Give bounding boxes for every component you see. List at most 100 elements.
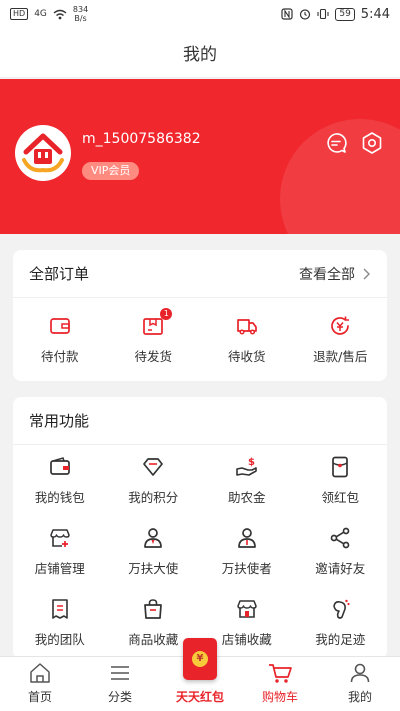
order-count-badge: 1 [160,307,173,320]
gear-icon [362,132,382,154]
func-store-management[interactable]: 店铺管理 [13,516,107,587]
alarm-icon [300,9,311,20]
status-left: HD 4G 834 B/s [10,5,88,23]
functions-title: 常用功能 [29,412,90,430]
func-wanfu-ambassador[interactable]: 万扶大使 [107,516,201,587]
functions-header: 常用功能 [13,397,387,445]
func-label: 店铺收藏 [221,632,272,647]
tab-home[interactable]: 首页 [0,657,80,711]
func-my-points[interactable]: 我的积分 [107,445,201,516]
red-envelope-icon: ¥ [183,638,217,680]
coin-icon: ¥ [192,651,208,667]
wallet-icon [49,457,70,475]
footprint-icon [333,599,350,619]
view-all-label: 查看全部 [299,266,355,283]
tab-label: 分类 [107,690,132,704]
username: m_15007586382 [82,131,201,147]
refund-icon [331,316,350,335]
menu-icon [111,666,129,680]
order-item-label: 待发货 [134,348,172,364]
icon-wrap [48,314,72,338]
message-button[interactable] [324,131,348,155]
battery-level: 59 [335,7,355,21]
diamond-icon [143,458,164,476]
orders-card: 全部订单 查看全部 待付款 1 待发货 待收货 退款/售后 [13,250,387,381]
func-label: 邀请好友 [315,561,366,576]
tab-label: 天天红包 [175,690,224,704]
icon-wrap: 1 [141,307,173,338]
ambassador-icon [144,528,163,548]
func-label: 我的钱包 [34,490,85,505]
team-icon [51,599,68,619]
tab-cart[interactable]: 购物车 [240,657,320,711]
clock: 5:44 [360,6,390,22]
shop-icon [237,600,257,618]
page-header: 我的 [0,28,400,78]
hand-money-icon: $ [235,457,257,476]
func-label: 商品收藏 [128,632,179,647]
status-right: 59 5:44 [281,7,390,22]
order-item-label: 待收货 [227,348,266,364]
tab-label: 购物车 [261,690,298,704]
bag-icon [144,599,163,619]
avatar[interactable] [15,125,71,181]
tab-category[interactable]: 分类 [80,657,160,711]
func-invite-friends[interactable]: 邀请好友 [294,516,388,587]
truck-icon [236,318,257,335]
svg-text:$: $ [248,457,255,468]
func-wanfu-messenger[interactable]: 万扶使者 [200,516,294,587]
profile-banner: m_15007586382 VIP会员 [0,79,400,234]
home-icon [30,663,50,683]
chat-bubble-icon [327,133,347,153]
functions-grid: 我的钱包 我的积分 $ 助农金 领红包 店铺管理 万扶大使 万扶使者 邀请好友 [13,445,387,658]
view-all-orders-link[interactable]: 查看全部 [299,264,371,284]
page-title: 我的 [183,45,217,65]
func-label: 助农金 [227,490,266,505]
tab-label: 首页 [27,690,52,704]
order-pending-receipt[interactable]: 待收货 [200,298,294,380]
network-speed: 834 B/s [73,5,88,23]
vip-badge[interactable]: VIP会员 [82,162,140,180]
func-my-wallet[interactable]: 我的钱包 [13,445,107,516]
wifi-icon [53,9,67,19]
order-refund-aftersale[interactable]: 退款/售后 [294,298,388,380]
func-label: 我的积分 [128,490,179,505]
house-logo-icon [22,133,64,173]
store-manage-icon [50,529,70,547]
order-item-label: 待付款 [40,348,79,364]
bottom-tab-bar: 首页 分类 ¥ 天天红包 购物车 我的 [0,638,400,711]
icon-wrap [328,314,352,338]
user-icon [350,663,370,683]
network-type: HD [10,8,29,20]
speed-unit: B/s [74,14,87,23]
order-pending-payment[interactable]: 待付款 [13,298,107,380]
share-icon [330,527,350,549]
orders-header: 全部订单 查看全部 [13,250,387,298]
status-bar: HD 4G 834 B/s 59 5:44 [0,0,400,28]
func-farm-aid[interactable]: $ 助农金 [200,445,294,516]
tab-daily-red-envelope[interactable]: ¥ 天天红包 [160,638,240,711]
wallet-icon [49,317,70,334]
func-label: 领红包 [321,490,359,505]
functions-card: 常用功能 我的钱包 我的积分 $ 助农金 领红包 店铺管理 万扶大使 万扶使者 [13,397,387,659]
func-label: 店铺管理 [34,561,85,576]
icon-wrap [235,314,259,338]
orders-row: 待付款 1 待发货 待收货 退款/售后 [13,298,387,380]
messenger-icon [237,528,256,548]
func-label: 万扶使者 [221,561,272,576]
tab-mine[interactable]: 我的 [320,657,400,711]
func-label: 万扶大使 [128,561,179,576]
vibrate-icon [317,8,329,20]
cart-icon [269,664,292,683]
func-label: 我的团队 [34,632,85,647]
speed-value: 834 [72,5,89,14]
func-my-team[interactable]: 我的团队 [13,587,107,658]
func-my-footprints[interactable]: 我的足迹 [294,587,388,658]
order-pending-shipment[interactable]: 1 待发货 [107,298,201,380]
tab-label: 我的 [347,690,372,704]
func-get-red-envelope[interactable]: 领红包 [294,445,388,516]
func-label: 我的足迹 [315,632,366,647]
signal-strength: 4G [34,9,47,19]
chevron-right-icon [363,268,370,279]
settings-button[interactable] [360,131,384,155]
